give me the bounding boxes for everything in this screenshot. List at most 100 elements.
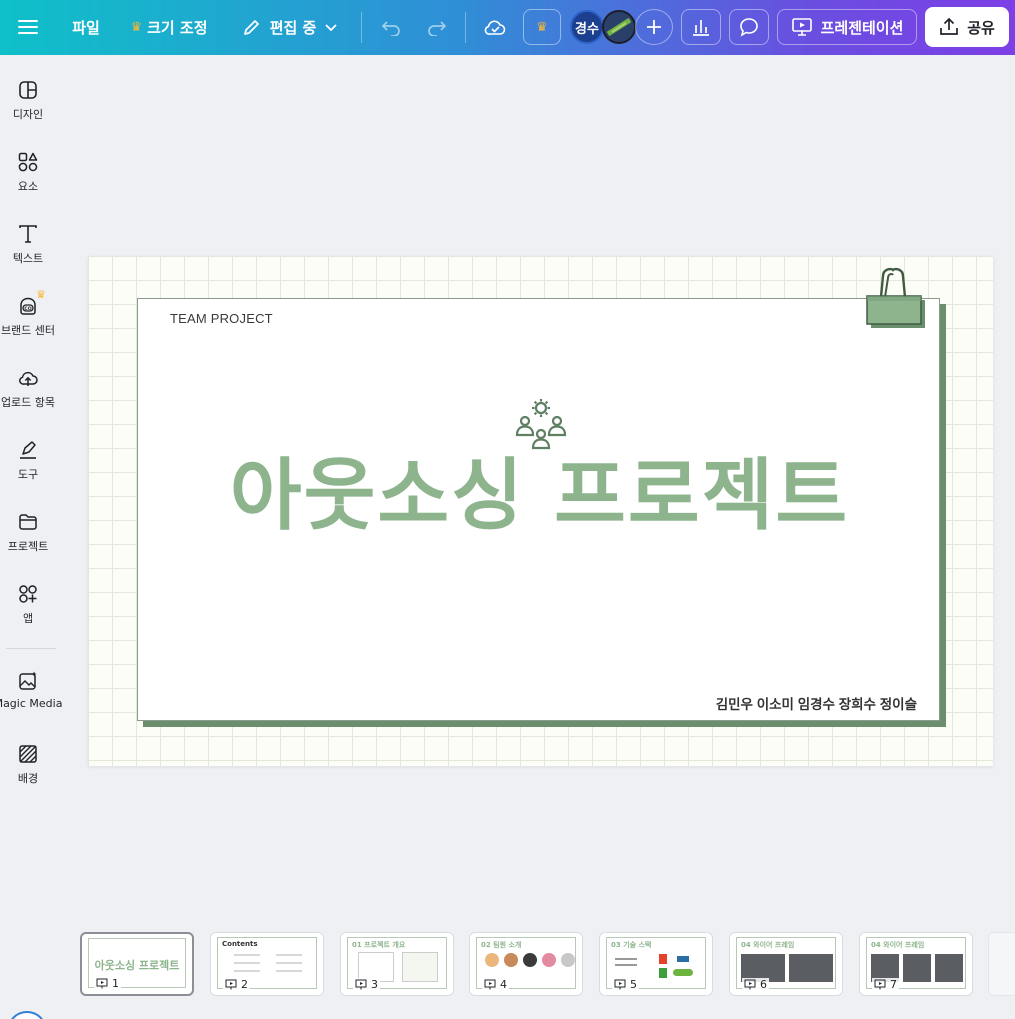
mini-line (276, 962, 302, 964)
comments-button[interactable] (729, 9, 769, 45)
top-toolbar: 파일 ♛ 크기 조정 편집 중 ♛ 경수 프레젠테이션 공유 (0, 0, 1015, 55)
profile-picture-icon (604, 12, 634, 42)
user-initials: 경수 (575, 21, 599, 37)
sidebar-item-apps[interactable]: 앱 (0, 583, 56, 626)
sidebar-item-label: 배경 (17, 772, 39, 785)
sidebar-item-brand[interactable]: CO 브랜드 센터 (0, 295, 56, 338)
thumbnail-number: 2 (223, 978, 250, 991)
mini-line (234, 970, 260, 972)
insights-button[interactable] (681, 9, 721, 45)
thumbnail-number-label: 7 (890, 978, 897, 991)
wireframe-screen (903, 954, 931, 982)
presentation-icon (791, 18, 812, 36)
slide-canvas[interactable]: TEAM PROJECT 아웃소싱 프로젝트 김민우 이소미 임경수 장희수 정… (88, 256, 993, 766)
page-thumbnail-4[interactable]: 02 팀원 소개 4 (469, 932, 583, 996)
present-button[interactable]: 프레젠테이션 (777, 9, 917, 45)
tech-logo-icon (677, 956, 689, 962)
share-button[interactable]: 공유 (925, 7, 1009, 47)
sidebar-item-tools[interactable]: 도구 (0, 439, 56, 482)
collaborator-avatar[interactable] (602, 10, 636, 44)
binder-clip-icon (866, 267, 925, 328)
team-project-label[interactable]: TEAM PROJECT (170, 311, 273, 326)
tech-logo-icon (673, 969, 693, 976)
thumbnail-number-label: 1 (112, 977, 119, 990)
page-thumbnail-partial[interactable] (988, 932, 1015, 996)
presentation-icon (225, 979, 237, 990)
thumbnail-title: 아웃소싱 프로젝트 (94, 959, 180, 972)
thumbnail-number-label: 3 (371, 978, 378, 991)
slide-title[interactable]: 아웃소싱 프로젝트 (138, 457, 941, 535)
invite-button[interactable] (635, 9, 673, 45)
wireframe-screen (789, 954, 833, 982)
sidebar-item-projects[interactable]: 프로젝트 (0, 511, 56, 554)
plus-icon (647, 20, 661, 34)
slide-card[interactable]: TEAM PROJECT 아웃소싱 프로젝트 김민우 이소미 임경수 장희수 정… (137, 298, 940, 721)
member-face-icon (523, 953, 537, 967)
team-people-icon[interactable] (513, 396, 569, 452)
left-sidebar: 디자인 요소 텍스트 CO 브랜드 센터 ♛ 업로드 항목 도구 프로젝트 앱 … (0, 55, 62, 1019)
thumbnail-number: 7 (872, 978, 899, 991)
mini-line (276, 970, 302, 972)
page-thumbnail-1[interactable]: 아웃소싱 프로젝트 1 (80, 932, 194, 996)
sidebar-item-background[interactable]: 배경 (0, 743, 56, 786)
member-face-icon (504, 953, 518, 967)
save-status-button[interactable] (477, 9, 513, 45)
thumbnail-title: 03 기술 스택 (611, 941, 652, 949)
toolbar-divider (465, 12, 466, 43)
thumbnail-title: 02 팀원 소개 (481, 941, 522, 949)
resize-button[interactable]: ♛ 크기 조정 (124, 9, 214, 45)
sidebar-item-label: 도구 (17, 468, 39, 481)
sidebar-item-text[interactable]: 텍스트 (0, 223, 56, 266)
mini-line (276, 954, 302, 956)
thumbnail-number: 4 (482, 978, 509, 991)
thumbnail-number: 3 (353, 978, 380, 991)
thumbnail-title: 04 와이어 프레임 (871, 941, 925, 949)
sidebar-item-label: 앱 (22, 612, 34, 625)
toolbar-divider (361, 12, 362, 43)
sidebar-item-elements[interactable]: 요소 (0, 151, 56, 194)
undo-button[interactable] (374, 9, 408, 45)
user-avatar[interactable]: 경수 (570, 10, 604, 44)
presentation-icon (874, 979, 886, 990)
undo-icon (381, 21, 400, 36)
sidebar-item-label: 프로젝트 (7, 540, 49, 553)
page-thumbnail-2[interactable]: Contents 2 (210, 932, 324, 996)
team-members-text[interactable]: 김민우 이소미 임경수 장희수 정이슬 (716, 693, 917, 713)
chevron-down-icon (325, 24, 337, 32)
presentation-icon (744, 979, 756, 990)
hamburger-icon (18, 20, 38, 34)
sidebar-divider (6, 648, 56, 649)
bar-chart-icon (693, 20, 709, 36)
sidebar-item-label: 업로드 항목 (0, 396, 56, 409)
pencil-icon (243, 20, 259, 35)
mini-line (234, 954, 260, 956)
thumbnail-number: 6 (742, 978, 769, 991)
upload-share-icon (940, 17, 959, 35)
sidebar-item-label: 요소 (17, 180, 39, 193)
member-face-icon (485, 953, 499, 967)
page-thumbnail-5[interactable]: 03 기술 스택 5 (599, 932, 713, 996)
layout-icon (19, 81, 37, 99)
mini-panel (402, 952, 438, 982)
sidebar-item-label: Magic Media (0, 697, 63, 710)
crown-icon: ♛ (536, 19, 548, 35)
sidebar-item-uploads[interactable]: 업로드 항목 (0, 367, 56, 410)
menu-button[interactable] (10, 9, 46, 45)
file-menu-button[interactable]: 파일 (64, 9, 108, 45)
sidebar-item-magic-media[interactable]: Magic Media (0, 670, 62, 710)
wireframe-screen (935, 954, 963, 982)
tech-logo-icon (659, 968, 667, 978)
redo-button[interactable] (420, 9, 454, 45)
page-thumbnail-7[interactable]: 04 와이어 프레임 7 (859, 932, 973, 996)
apps-icon (19, 585, 37, 603)
sidebar-item-label: 브랜드 센터 (0, 324, 56, 337)
page-thumbnail-3[interactable]: 01 프로젝트 개요 3 (340, 932, 454, 996)
editing-mode-button[interactable]: 편집 중 (236, 9, 344, 45)
thumbnail-title: Contents (222, 940, 258, 948)
member-face-icon (542, 953, 556, 967)
thumbnail-number-label: 2 (241, 978, 248, 991)
comment-icon (740, 18, 758, 37)
sidebar-item-design[interactable]: 디자인 (0, 79, 56, 122)
page-thumbnail-6[interactable]: 04 와이어 프레임 6 (729, 932, 843, 996)
premium-button[interactable]: ♛ (523, 9, 561, 45)
